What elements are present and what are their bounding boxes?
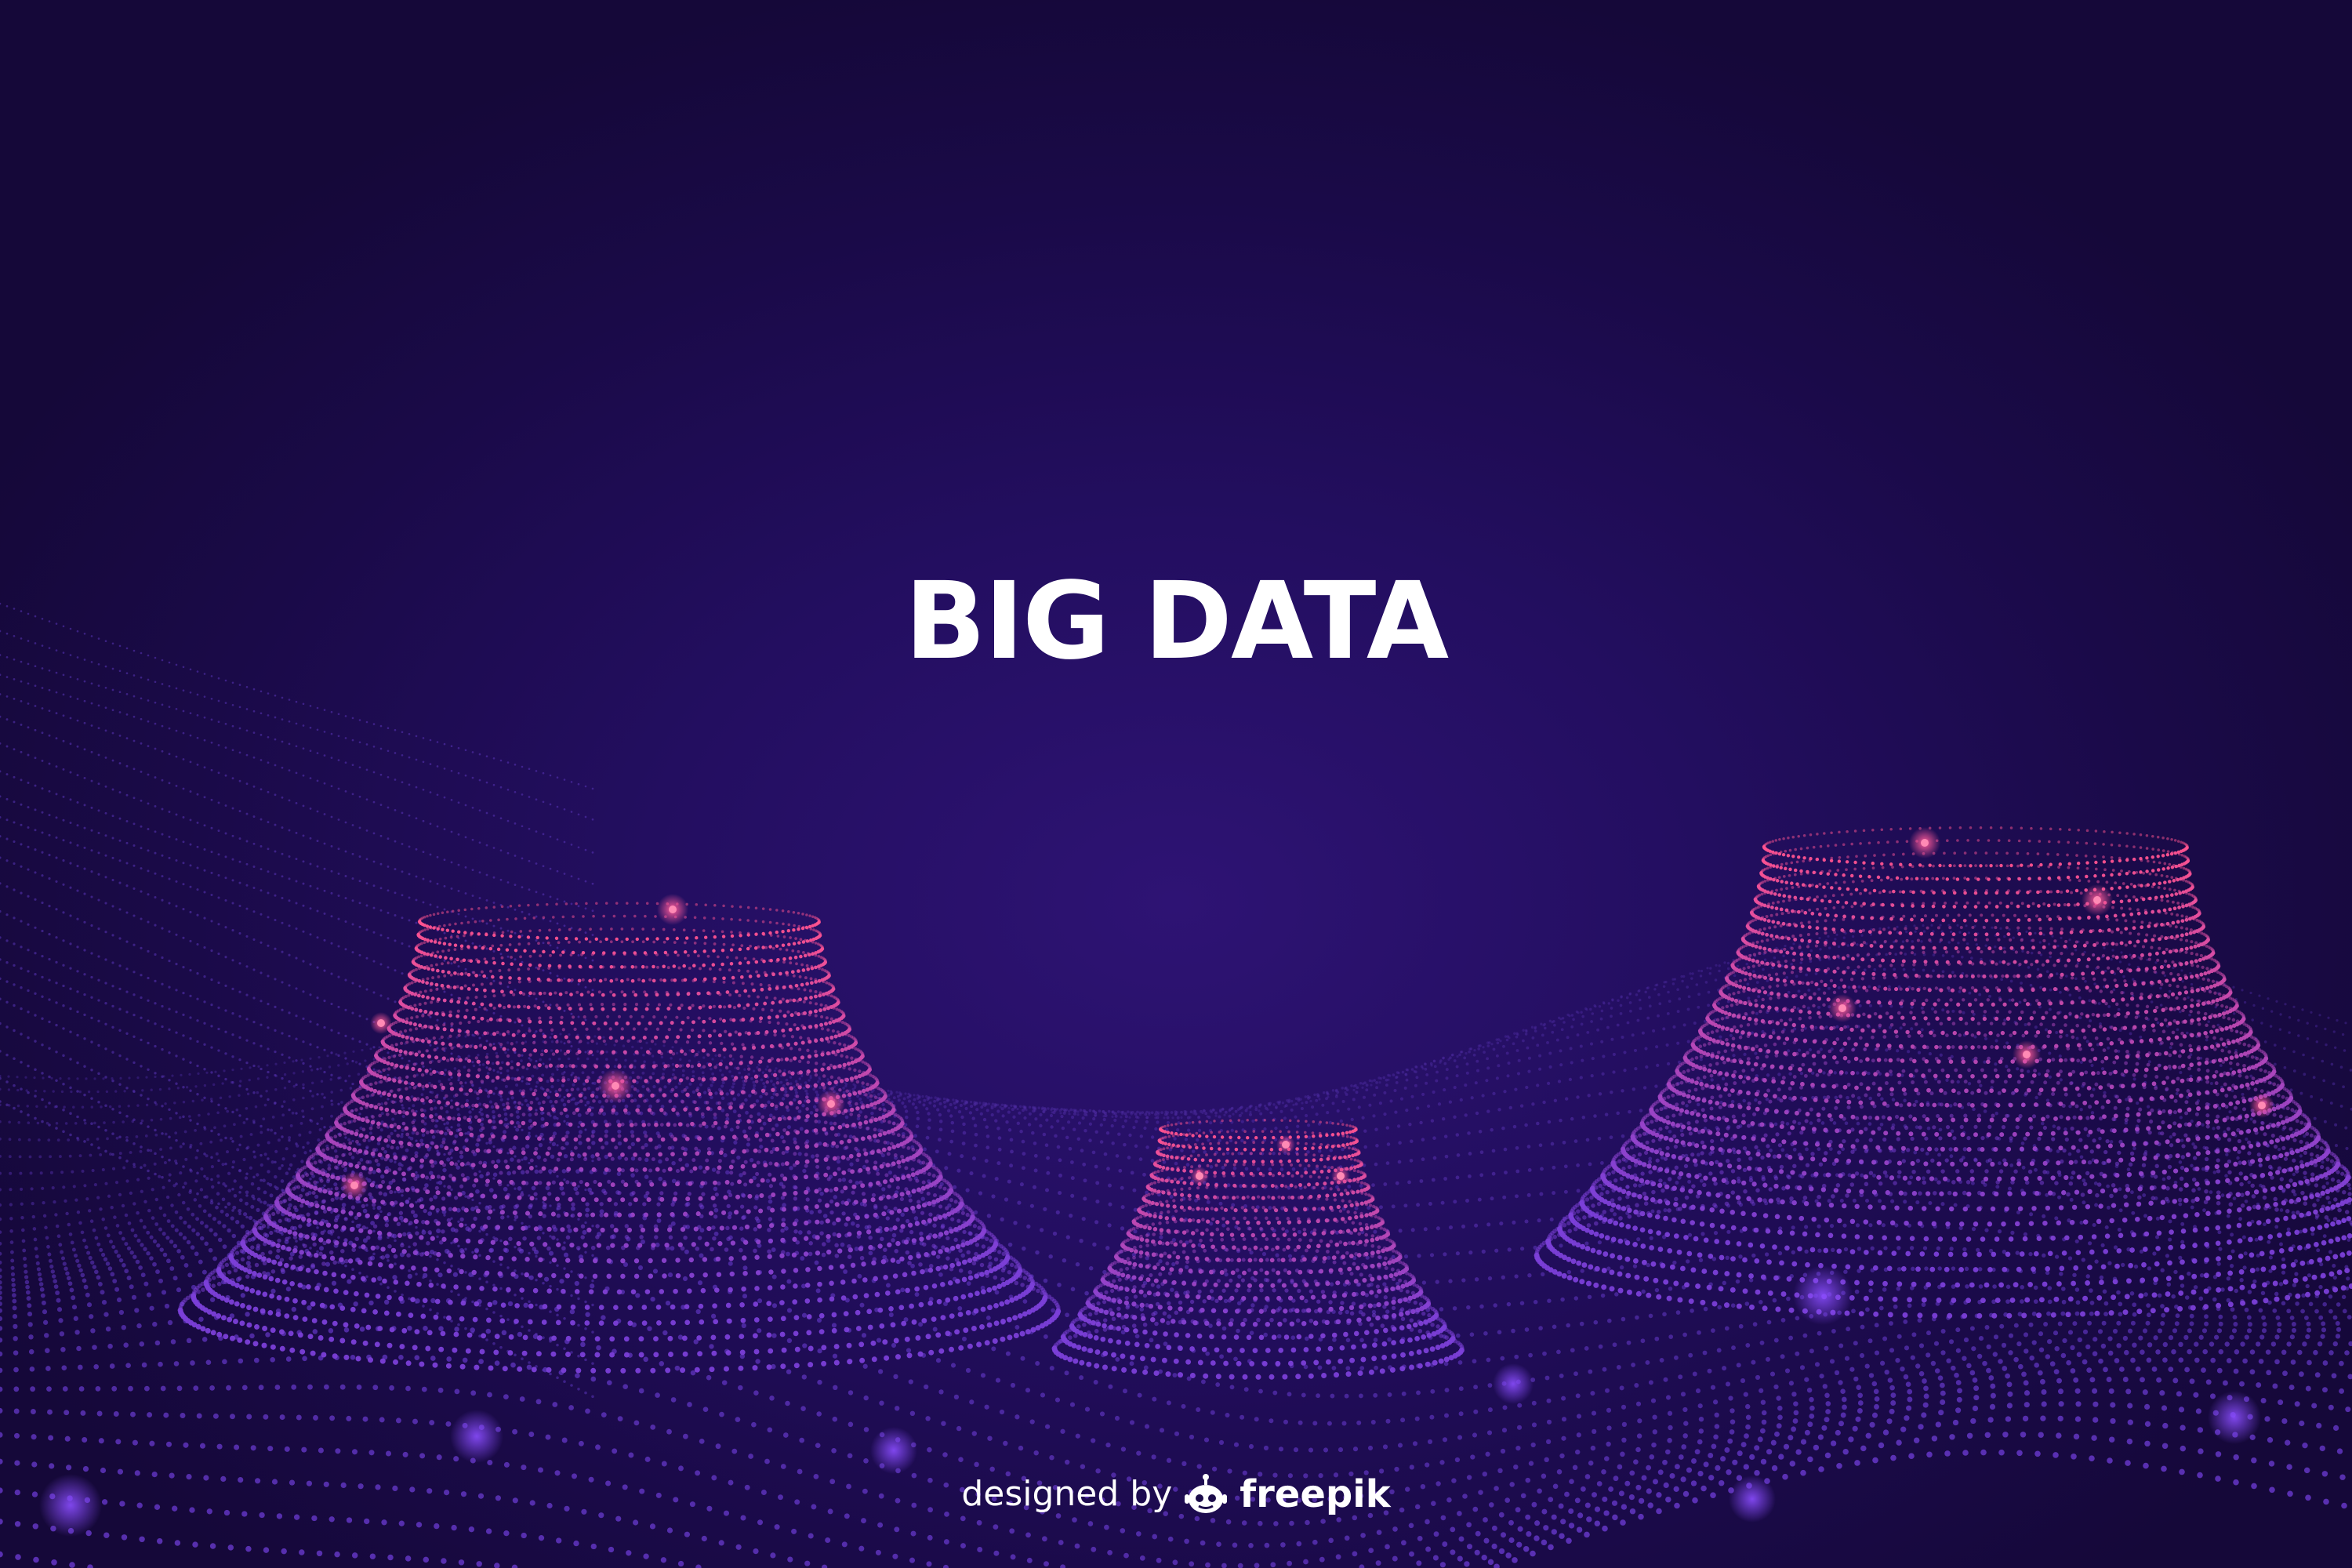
credit-brand: freepik <box>1240 1472 1391 1516</box>
attribution: designed by freepik <box>0 1472 2352 1516</box>
page-title: BIG DATA <box>904 560 1449 684</box>
dotted-terrain-waves <box>0 602 2352 1568</box>
freepik-robot-icon <box>1185 1474 1228 1513</box>
particle-wave-art <box>0 602 2352 1568</box>
big-data-illustration: BIG DATA designed by freepik <box>0 0 2352 1568</box>
dotted-data-towers <box>177 826 2352 1380</box>
credit-prefix: designed by <box>961 1474 1173 1514</box>
